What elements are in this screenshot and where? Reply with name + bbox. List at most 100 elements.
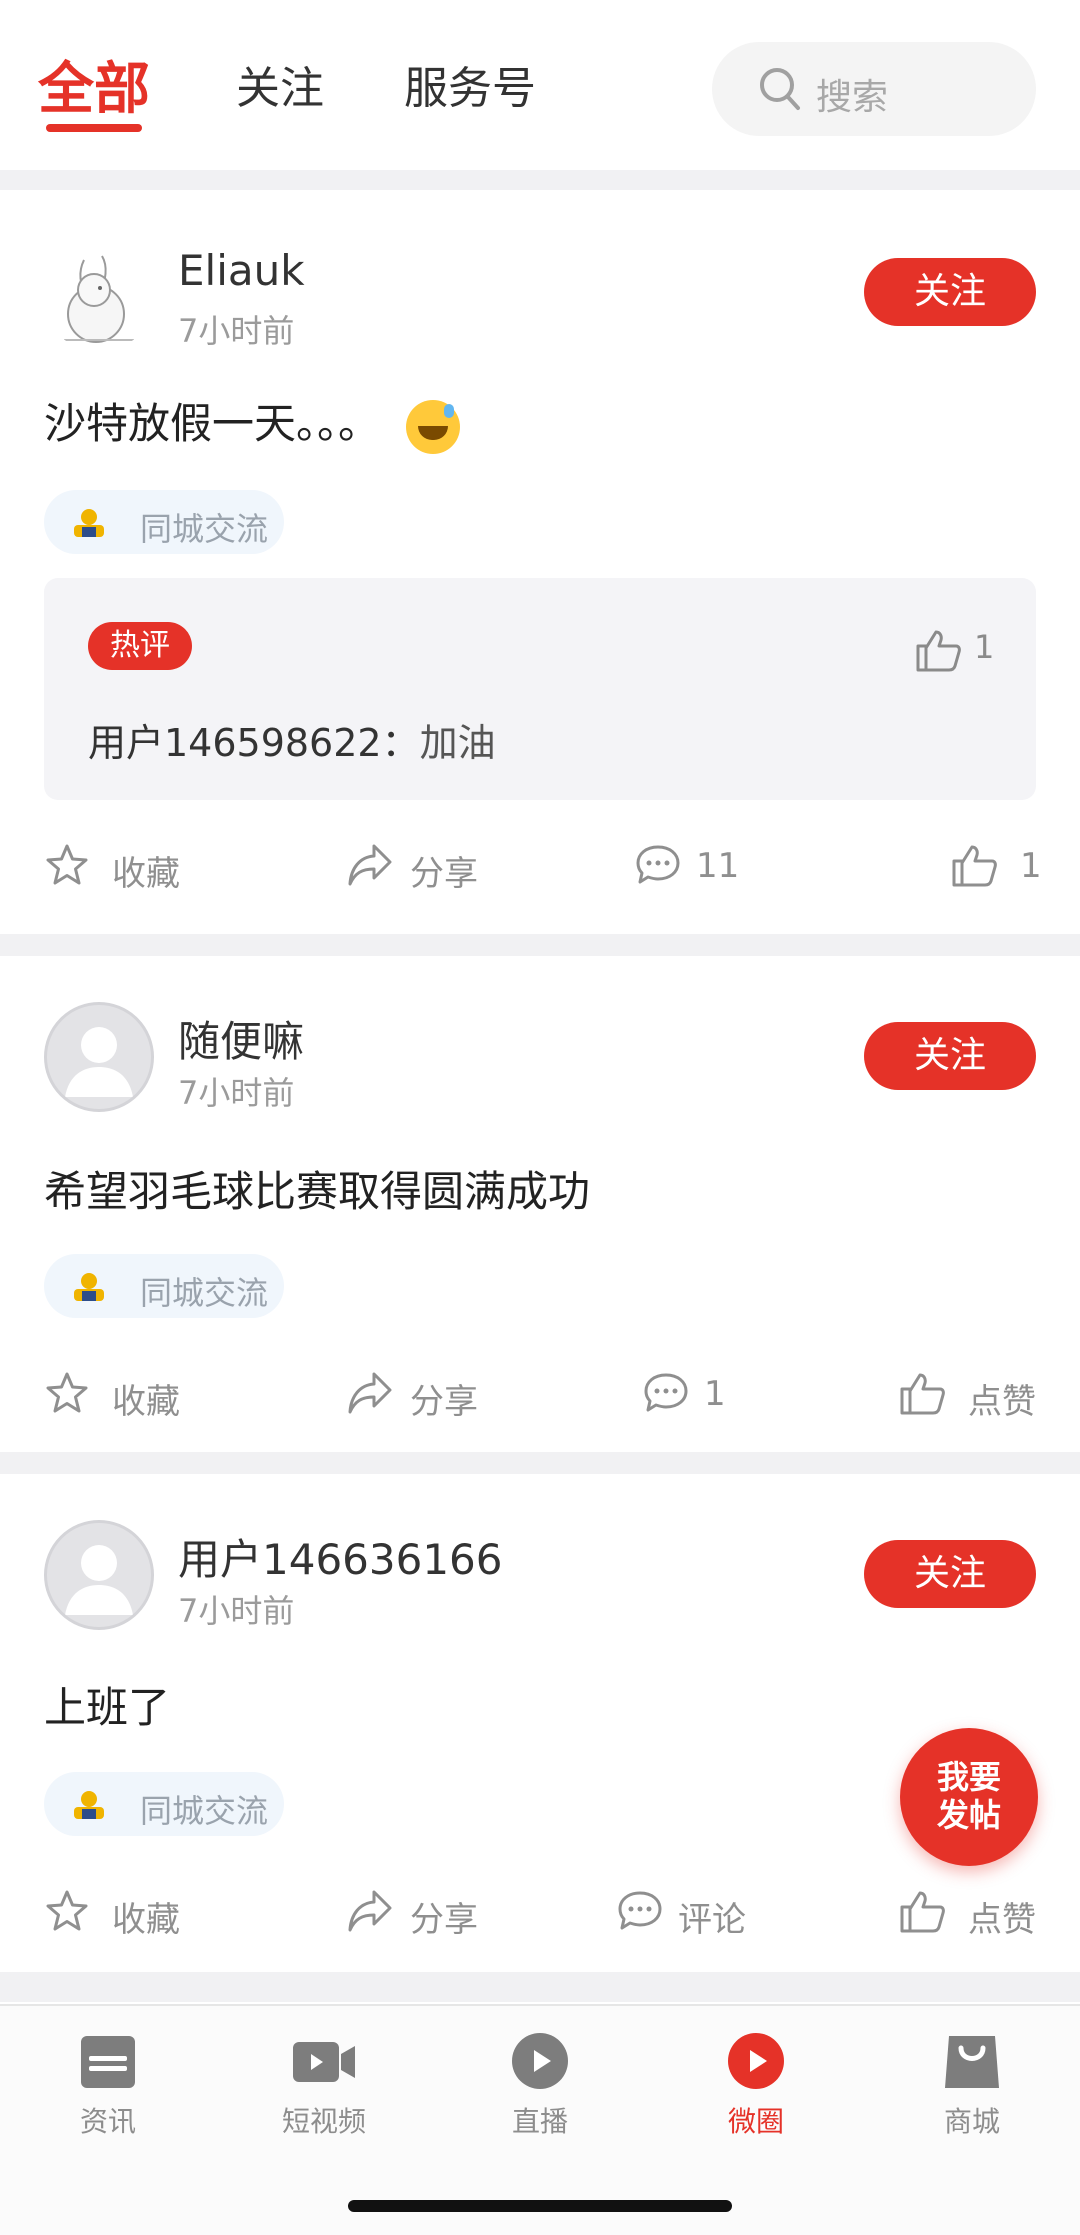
comment-body: 加油	[419, 721, 496, 765]
nav-item-mall[interactable]: 商城	[902, 2032, 1042, 2140]
thumbs-up-icon	[900, 1373, 945, 1415]
share-label: 分享	[410, 1382, 478, 1422]
topic-tag[interactable]: 同城交流	[44, 1254, 284, 1318]
post-content[interactable]: 上班了	[44, 1674, 170, 1735]
post-time: 7小时前	[178, 1074, 295, 1112]
nav-label-mall: 商城	[943, 2105, 1000, 2138]
post-card[interactable]: 用户146636166 7小时前 关注 上班了 同城交流 收藏 分享 评论 点赞	[0, 1474, 1080, 1972]
hot-comment-text: 用户146598622：加油	[88, 712, 496, 767]
post-time: 7小时前	[178, 1592, 295, 1630]
hot-comment-box[interactable]: 热评 1 用户146598622：加油	[44, 578, 1036, 800]
tab-all[interactable]: 全部	[38, 44, 150, 125]
comment-bubble-icon	[644, 1373, 688, 1412]
person-tag-icon	[74, 1273, 104, 1301]
section-divider	[0, 170, 1080, 190]
comment-button[interactable]: 1	[642, 1364, 752, 1424]
rabbit-avatar-icon	[64, 255, 134, 343]
comment-count: 1	[704, 1374, 726, 1414]
person-tag-icon	[74, 509, 104, 537]
hot-comment-like-count: 1	[974, 628, 995, 666]
default-user-icon	[65, 1545, 133, 1615]
share-icon	[348, 844, 392, 886]
shopping-bag-icon	[945, 2036, 999, 2088]
nav-item-live[interactable]: 直播	[470, 2032, 610, 2140]
post-content[interactable]: 希望羽毛球比赛取得圆满成功	[44, 1158, 590, 1219]
avatar[interactable]	[44, 1002, 154, 1112]
home-indicator	[348, 2200, 732, 2212]
section-divider	[0, 1452, 1080, 1474]
comment-button[interactable]: 评论	[616, 1882, 776, 1942]
search-icon	[760, 68, 800, 110]
follow-button[interactable]: 关注	[864, 1022, 1036, 1090]
default-user-icon	[65, 1027, 133, 1097]
username[interactable]: 用户146636166	[178, 1526, 503, 1587]
circle-feed-icon	[728, 2033, 784, 2089]
commenter-name[interactable]: 用户146598622：	[88, 721, 420, 765]
comment-button[interactable]: 11	[634, 836, 754, 896]
topic-tag[interactable]: 同城交流	[44, 490, 284, 554]
create-post-fab[interactable]: 我要 发帖	[900, 1728, 1038, 1866]
post-card[interactable]: 随便嘛 7小时前 关注 希望羽毛球比赛取得圆满成功 同城交流 收藏 分享 1 点…	[0, 956, 1080, 1454]
thumbs-up-icon[interactable]	[914, 628, 962, 672]
share-button[interactable]: 分享	[346, 1364, 506, 1424]
hot-comment-badge: 热评	[88, 622, 192, 670]
favorite-button[interactable]: 收藏	[44, 1364, 204, 1424]
post-time: 7小时前	[178, 312, 295, 350]
tab-following[interactable]: 关注	[236, 52, 324, 116]
topic-tag-label: 同城交流	[140, 510, 269, 548]
share-button[interactable]: 分享	[346, 1882, 506, 1942]
post-action-bar: 收藏 分享 评论 点赞	[0, 1882, 1080, 1942]
favorite-button[interactable]: 收藏	[44, 836, 204, 896]
nav-label-circle: 微圈	[727, 2105, 784, 2138]
share-button[interactable]: 分享	[346, 836, 506, 896]
comment-count: 11	[696, 846, 740, 886]
like-button[interactable]: 点赞	[898, 1364, 1048, 1424]
username[interactable]: Eliauk	[178, 246, 305, 295]
follow-button[interactable]: 关注	[864, 1540, 1036, 1608]
fab-line-2: 发帖	[936, 1796, 1001, 1834]
share-icon	[348, 1372, 392, 1414]
post-card[interactable]: Eliauk 7小时前 关注 沙特放假一天。。。 同城交流 热评 1 用户146…	[0, 190, 1080, 932]
like-button[interactable]: 1	[950, 836, 1050, 896]
news-icon	[81, 2036, 135, 2088]
topic-tag-label: 同城交流	[140, 1792, 269, 1830]
star-icon	[46, 1372, 88, 1413]
star-icon	[46, 1890, 88, 1931]
favorite-button[interactable]: 收藏	[44, 1882, 204, 1942]
nav-item-news[interactable]: 资讯	[38, 2032, 178, 2140]
thumbs-up-icon	[900, 1891, 945, 1933]
search-placeholder: 搜索	[816, 77, 889, 118]
username[interactable]: 随便嘛	[178, 1008, 304, 1069]
nav-label-news: 资讯	[79, 2105, 136, 2138]
share-label: 分享	[410, 1900, 478, 1940]
nav-label-short-video: 短视频	[281, 2105, 366, 2138]
sweat-smile-emoji-icon	[406, 399, 461, 454]
comment-bubble-icon	[618, 1891, 662, 1930]
like-button[interactable]: 点赞	[898, 1882, 1048, 1942]
section-divider	[0, 934, 1080, 956]
star-icon	[46, 844, 88, 885]
post-text: 沙特放假一天。。。	[44, 399, 381, 448]
share-label: 分享	[410, 854, 478, 894]
top-tab-bar: 全部 关注 服务号 搜索	[0, 0, 1080, 152]
video-camera-icon	[293, 2042, 355, 2082]
favorite-label: 收藏	[112, 1900, 180, 1940]
post-action-bar: 收藏 分享 1 点赞	[0, 1364, 1080, 1424]
avatar[interactable]	[44, 242, 154, 352]
thumbs-up-icon	[952, 845, 997, 887]
like-count: 1	[1020, 846, 1042, 886]
nav-item-circle[interactable]: 微圈	[686, 2032, 826, 2140]
tab-service-accounts[interactable]: 服务号	[404, 52, 536, 116]
nav-item-short-video[interactable]: 短视频	[254, 2032, 394, 2140]
share-icon	[348, 1890, 392, 1932]
favorite-label: 收藏	[112, 854, 180, 894]
topic-tag-label: 同城交流	[140, 1274, 269, 1312]
like-label: 点赞	[968, 1382, 1036, 1422]
like-label: 点赞	[968, 1900, 1036, 1940]
post-content[interactable]: 沙特放假一天。。。	[44, 390, 461, 454]
search-box[interactable]: 搜索	[712, 42, 1036, 136]
topic-tag[interactable]: 同城交流	[44, 1772, 284, 1836]
follow-button[interactable]: 关注	[864, 258, 1036, 326]
person-tag-icon	[74, 1791, 104, 1819]
avatar[interactable]	[44, 1520, 154, 1630]
